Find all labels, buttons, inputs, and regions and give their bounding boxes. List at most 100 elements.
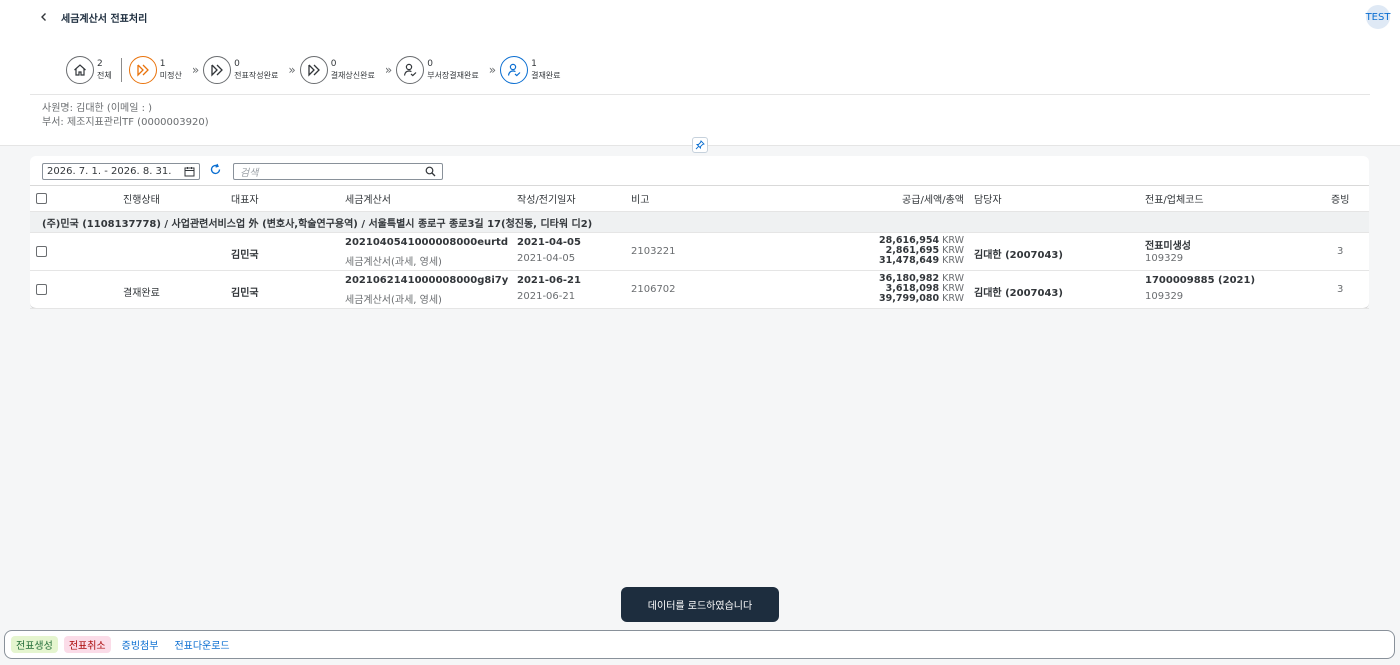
row-representative: 김민국 (231, 288, 259, 299)
row-total-amount: 31,478,649 (879, 255, 940, 266)
pin-header-button[interactable] (692, 137, 708, 153)
column-header-evidence[interactable]: 증빙 (1331, 191, 1349, 206)
step-label: 부서장결재완료 (427, 71, 479, 80)
step-count: 1 (159, 59, 166, 69)
row-representative: 김민국 (231, 250, 259, 261)
step-voucher-created[interactable]: 0 전표작성완료 (203, 56, 278, 84)
table-row[interactable]: 김민국 2021040541000008000eurtd 세금계산서(과세, 영… (30, 233, 1369, 271)
group-header-row[interactable]: (주)민국 (1108137778) / 사업관련서비스업 外 (변호사,학술연… (30, 211, 1369, 233)
step-count: 0 (234, 59, 240, 69)
row-memo: 2103221 (631, 246, 676, 257)
select-all-checkbox[interactable] (36, 193, 47, 204)
step-count: 2 (97, 59, 103, 69)
double-chevron-icon (211, 64, 224, 77)
employee-dept: 부서: 제조지표관리TF (0000003920) (42, 117, 209, 128)
row-vendor-code: 109329 (1145, 253, 1184, 264)
row-posting-date: 2021-04-05 (517, 253, 576, 264)
double-chevron-icon (137, 64, 149, 77)
shell-bar: 세금계산서 전표처리 TEST (0, 0, 1400, 34)
chevron-left-icon (41, 13, 46, 21)
step-approval-submitted[interactable]: 0 결재상신완료 (299, 56, 375, 84)
search-icon[interactable] (425, 166, 436, 177)
column-header-memo[interactable]: 비고 (631, 191, 649, 206)
row-evidence-count[interactable]: 3 (1337, 284, 1343, 295)
currency-label: KRW (942, 255, 964, 266)
row-total-amount: 39,799,080 (879, 293, 940, 304)
row-status: 결재완료 (123, 288, 160, 299)
divider (30, 94, 1370, 95)
pin-icon (695, 140, 705, 150)
double-chevron-icon (308, 64, 320, 77)
table-toolbar: 2026. 7. 1. - 2026. 8. 31. 검색 (42, 162, 443, 180)
column-header-voucher[interactable]: 전표/업체코드 (1145, 191, 1204, 206)
row-issue-date: 2021-06-21 (517, 275, 581, 286)
row-invoice-number[interactable]: 2021062141000008000g8i7y (345, 275, 508, 286)
row-issue-date: 2021-04-05 (517, 237, 581, 248)
column-header-invoice[interactable]: 세금계산서 (345, 191, 391, 206)
step-label: 결재완료 (531, 71, 561, 80)
back-button[interactable] (36, 9, 52, 25)
step-all[interactable]: 2 전체 (66, 56, 112, 84)
row-vendor-code: 109329 (1145, 291, 1184, 302)
row-voucher: 1700009885 (2021) (1145, 275, 1256, 286)
step-count: 1 (531, 59, 537, 69)
row-checkbox[interactable] (36, 246, 47, 257)
row-checkbox[interactable] (36, 284, 47, 295)
attach-evidence-button[interactable]: 증빙첨부 (117, 636, 164, 653)
step-label: 전표작성완료 (234, 71, 279, 80)
currency-label: KRW (942, 293, 964, 304)
divider (120, 58, 122, 82)
search-placeholder: 검색 (240, 167, 259, 179)
create-voucher-button[interactable]: 전표생성 (11, 636, 58, 653)
invoice-table-card: 2026. 7. 1. - 2026. 8. 31. 검색 진행상태 대표자 세… (30, 156, 1369, 309)
row-invoice-type: 세금계산서(과세, 영세) (345, 295, 442, 306)
step-label: 미정산 (159, 71, 182, 80)
object-header: 2 전체 1 미정산 » 0 전표작성완료 » 0 결재상신완료 » 0 부서장… (0, 34, 1400, 146)
user-check-icon (404, 63, 417, 77)
row-manager: 김대한 (2007043) (974, 250, 1063, 261)
column-header-manager[interactable]: 담당자 (974, 191, 1002, 206)
row-invoice-number[interactable]: 2021040541000008000eurtd (345, 237, 508, 248)
step-count: 0 (427, 59, 433, 69)
row-invoice-type: 세금계산서(과세, 영세) (345, 257, 442, 268)
process-flow: 2 전체 1 미정산 » 0 전표작성완료 » 0 결재상신완료 » 0 부서장… (66, 54, 567, 86)
column-header-status[interactable]: 진행상태 (123, 191, 160, 206)
row-evidence-count[interactable]: 3 (1337, 246, 1343, 257)
home-icon (74, 64, 86, 76)
chevron-right-icon: » (488, 63, 497, 77)
step-label: 결재상신완료 (330, 71, 375, 80)
calendar-icon[interactable] (184, 166, 195, 177)
footer-toolbar: 전표생성 전표취소 증빙첨부 전표다운로드 (4, 630, 1395, 659)
chevron-right-icon: » (288, 63, 296, 77)
step-unsettled[interactable]: 1 미정산 (128, 56, 182, 84)
user-check-icon (507, 63, 521, 77)
column-header-amount[interactable]: 공급/세액/총액 (902, 191, 964, 206)
search-input[interactable]: 검색 (233, 162, 443, 180)
row-amounts: 36,180,982 KRW 3,618,098 KRW 39,799,080 … (879, 274, 964, 304)
step-count: 0 (330, 59, 337, 69)
download-voucher-button[interactable]: 전표다운로드 (169, 636, 234, 653)
row-manager: 김대한 (2007043) (974, 288, 1063, 299)
cancel-voucher-button[interactable]: 전표취소 (63, 636, 111, 653)
date-range-picker[interactable]: 2026. 7. 1. - 2026. 8. 31. (42, 162, 200, 180)
table-header: 진행상태 대표자 세금계산서 작성/전기일자 비고 공급/세액/총액 담당자 전… (30, 185, 1369, 211)
user-avatar[interactable]: TEST (1366, 5, 1390, 29)
step-manager-approved[interactable]: 0 부서장결재완료 (396, 56, 479, 84)
row-posting-date: 2021-06-21 (517, 291, 576, 302)
refresh-icon (210, 163, 221, 174)
row-voucher: 전표미생성 (1145, 241, 1191, 252)
step-approved[interactable]: 1 결재완료 (500, 56, 561, 84)
toast-message: 데이터를 로드하였습니다 (621, 587, 779, 622)
chevron-right-icon: » (384, 63, 393, 77)
refresh-button[interactable] (209, 163, 223, 180)
page-title: 세금계산서 전표처리 (61, 14, 148, 25)
column-header-representative[interactable]: 대표자 (231, 191, 259, 206)
column-header-date[interactable]: 작성/전기일자 (517, 191, 576, 206)
employee-name: 사원명: 김대한 (이메일 : ) (42, 103, 153, 114)
row-amounts: 28,616,954 KRW 2,861,695 KRW 31,478,649 … (879, 236, 964, 266)
chevron-right-icon: » (191, 63, 200, 77)
employee-info: 사원명: 김대한 (이메일 : ) 부서: 제조지표관리TF (00000039… (42, 102, 209, 130)
row-memo: 2106702 (631, 284, 676, 295)
date-range-value: 2026. 7. 1. - 2026. 8. 31. (47, 165, 172, 177)
table-row[interactable]: 결재완료 김민국 2021062141000008000g8i7y 세금계산서(… (30, 271, 1369, 309)
